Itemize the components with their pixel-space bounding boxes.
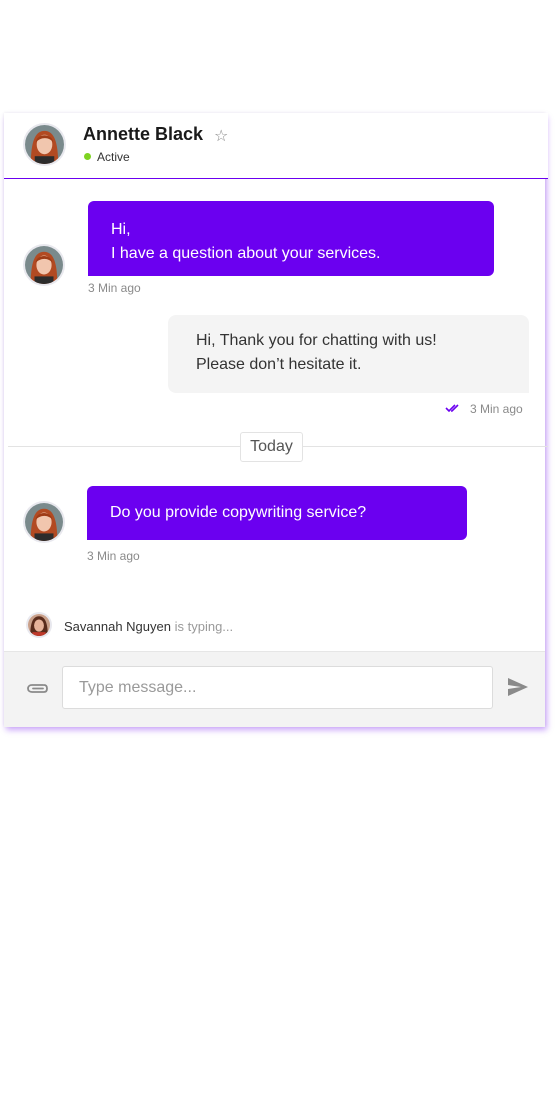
avatar-image [25,503,63,541]
typing-avatar [28,614,50,636]
status-indicator: Active [84,150,130,164]
message-composer [4,651,545,727]
status-text: Active [97,150,130,164]
message-bubble-incoming: Hi, I have a question about your service… [88,201,494,276]
avatar-image [25,246,63,284]
message-avatar [25,246,63,284]
contact-avatar[interactable] [25,125,64,164]
contact-name: Annette Black [83,124,204,144]
message-bubble-outgoing: Hi, Thank you for chatting with us! Plea… [168,315,529,393]
message-line: Hi, Thank you for chatting with us! [196,332,437,349]
online-dot-icon [84,153,91,161]
message-time: 3 Min ago [88,281,141,295]
message-input[interactable] [62,666,493,709]
message-line: Hi, [111,221,131,238]
star-icon[interactable]: ☆ [214,126,228,146]
message-line: I have a question about your services. [111,245,381,262]
chat-window: Annette Black ☆ Active Hi, I have a ques… [4,113,548,727]
double-check-icon [445,404,459,413]
message-time: 3 Min ago [470,402,523,416]
message-line: Please don’t hesitate it. [196,356,362,373]
date-separator-label: Today [240,432,303,462]
message-avatar [25,503,63,541]
message-line: Do you provide copywriting service? [110,504,367,521]
typing-status-text: is typing... [174,619,234,634]
avatar-image [25,125,64,164]
paperclip-icon[interactable] [25,680,49,696]
avatar-image [28,614,50,636]
message-time: 3 Min ago [87,549,140,563]
send-icon[interactable] [507,677,529,697]
chat-header: Annette Black ☆ Active [4,113,548,179]
message-bubble-incoming: Do you provide copywriting service? [87,486,467,540]
typing-user-name: Savannah Nguyen [64,619,171,634]
typing-indicator: Savannah Nguyen is typing... [64,619,233,634]
